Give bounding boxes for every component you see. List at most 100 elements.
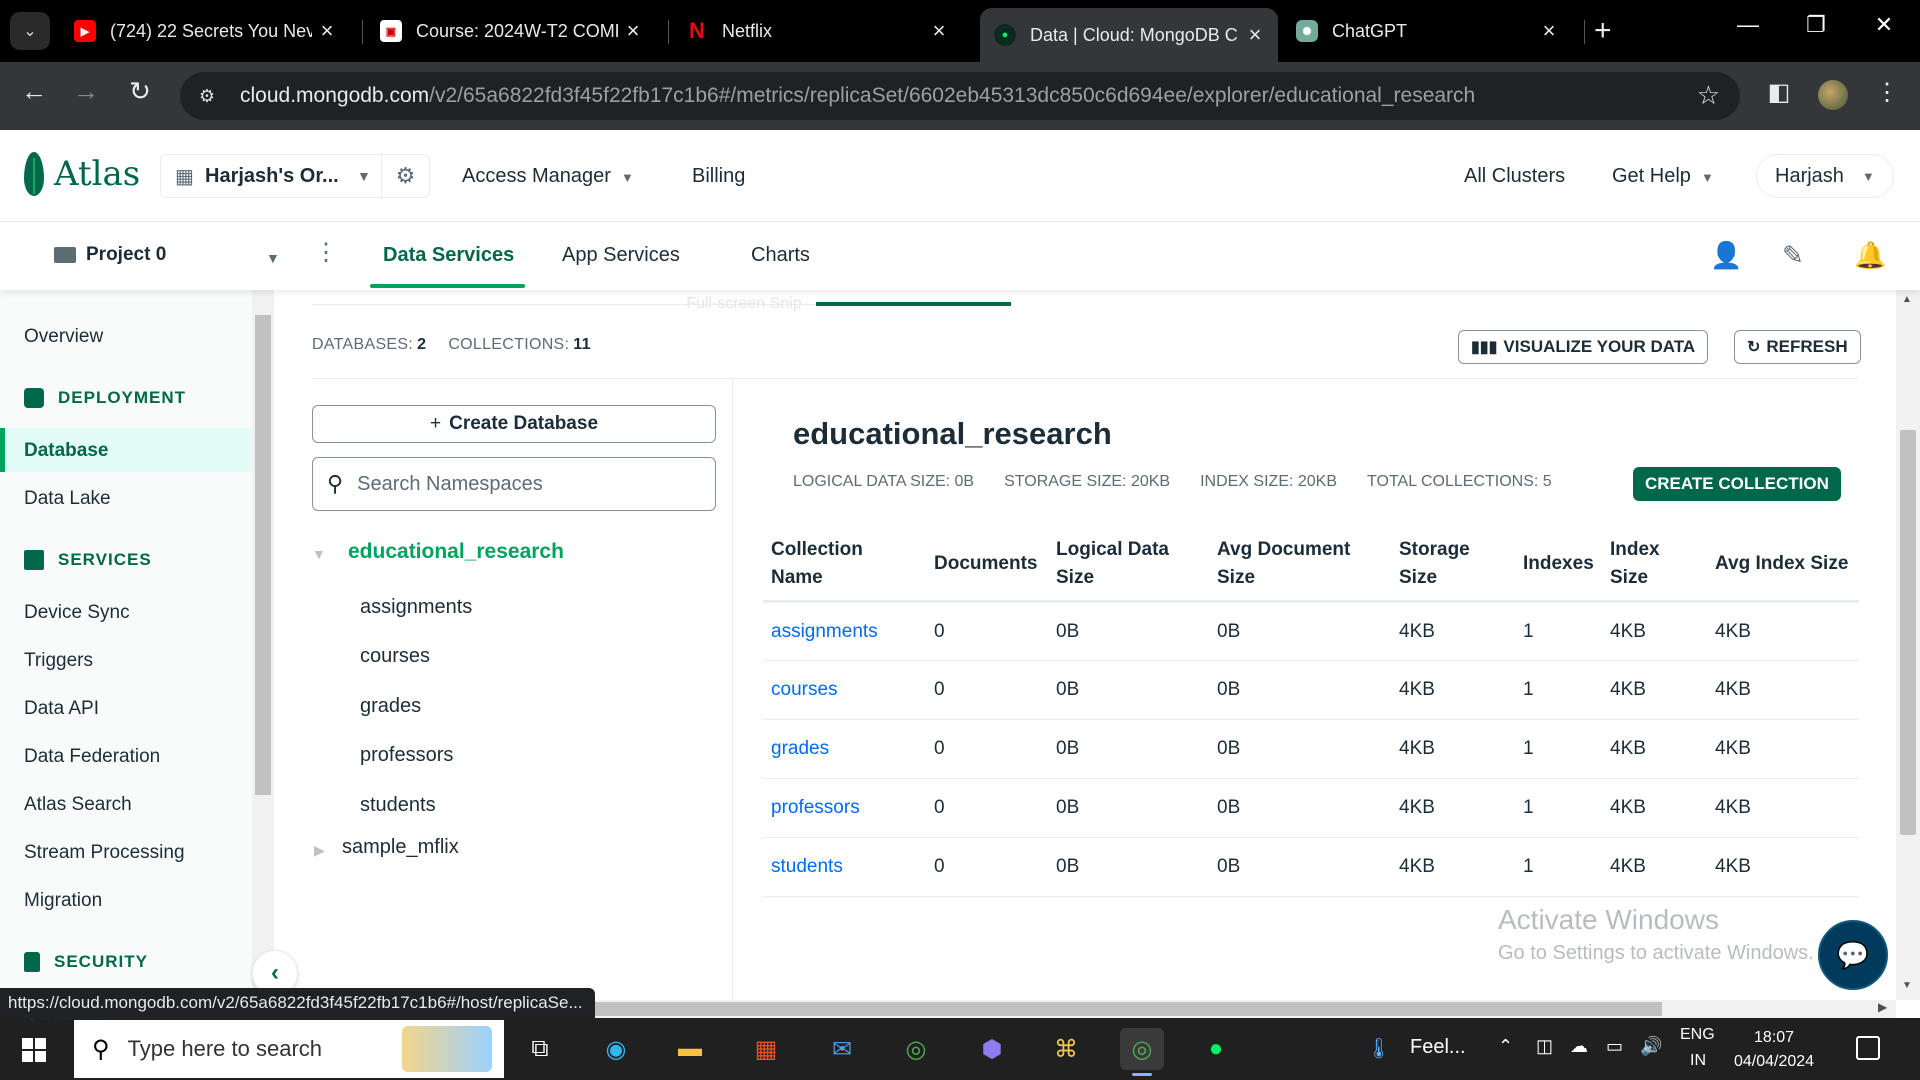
expand-caret-icon[interactable]: ▶ — [314, 842, 325, 859]
python-icon[interactable]: ⌘ — [1044, 1028, 1088, 1070]
column-header[interactable]: Storage Size — [1391, 530, 1515, 603]
sidebar-item-data-api[interactable]: Data API — [24, 698, 99, 720]
mongodb-compass-icon[interactable]: ● — [1194, 1028, 1238, 1070]
restore-icon[interactable]: ❐ — [1796, 12, 1836, 38]
get-help-menu[interactable]: Get Help ▼ — [1612, 165, 1714, 188]
sidebar-item-stream-processing[interactable]: Stream Processing — [24, 842, 185, 864]
edge-icon[interactable]: ◉ — [594, 1028, 638, 1070]
onedrive-cloud-icon[interactable]: ☁ — [1570, 1036, 1588, 1057]
taskbar-clock[interactable]: 18:07 04/04/2024 — [1734, 1026, 1814, 1074]
browser-tab-netflix[interactable]: N Netflix × — [672, 8, 962, 54]
mail-icon[interactable]: ✉ — [820, 1028, 864, 1070]
project-menu-kebab-icon[interactable]: ⋮ — [314, 238, 338, 267]
site-info-icon[interactable]: ⚙ — [190, 79, 224, 113]
weather-thermometer-icon[interactable]: 🌡 — [1366, 1036, 1391, 1061]
collection-link[interactable]: assignments — [763, 601, 926, 661]
chevron-up-icon[interactable]: ⌃ — [1498, 1036, 1513, 1057]
task-view-icon[interactable]: ⧉ — [518, 1028, 562, 1070]
column-header[interactable]: Documents — [926, 530, 1048, 603]
region-code[interactable]: IN — [1690, 1052, 1706, 1070]
meet-now-icon[interactable]: ◫ — [1536, 1036, 1553, 1057]
sidebar-item-triggers[interactable]: Triggers — [24, 650, 93, 672]
column-header[interactable]: Logical Data Size — [1048, 530, 1209, 603]
browser-tab-chatgpt[interactable]: ✺ ChatGPT × — [1282, 8, 1572, 54]
volume-icon[interactable]: 🔊 — [1640, 1036, 1662, 1057]
weather-text[interactable]: Feel... — [1410, 1036, 1466, 1059]
collection-link[interactable]: students — [763, 837, 926, 897]
billing-link[interactable]: Billing — [692, 165, 745, 188]
close-tab-icon[interactable]: × — [312, 18, 342, 44]
invite-user-icon[interactable]: 👤 — [1710, 240, 1742, 271]
back-icon[interactable]: ← — [14, 76, 54, 107]
close-tab-icon[interactable]: × — [924, 18, 954, 44]
new-tab-button[interactable]: + — [1594, 14, 1612, 48]
column-header[interactable]: Collection Name — [763, 530, 926, 603]
collection-link[interactable]: courses — [763, 660, 926, 720]
create-collection-button[interactable]: CREATE COLLECTION — [1633, 467, 1841, 501]
taskbar-search-box[interactable]: ⚲ Type here to search — [74, 1020, 504, 1078]
close-tab-icon[interactable]: × — [1534, 18, 1564, 44]
side-panel-icon[interactable]: ◧ — [1762, 78, 1796, 112]
page-scrollbar[interactable]: ▲ ▼ — [1896, 290, 1920, 1000]
sidebar-item-atlas-search[interactable]: Atlas Search — [24, 794, 132, 816]
tab-search-dropdown[interactable]: ⌄ — [10, 12, 50, 50]
chat-support-icon[interactable]: 💬 — [1818, 920, 1888, 990]
sidebar-item-database[interactable]: Database — [24, 440, 109, 462]
app-hexagon-icon[interactable]: ⬢ — [970, 1028, 1014, 1070]
microsoft-store-icon[interactable]: ▦ — [744, 1028, 788, 1070]
browser-tab-mongodb[interactable]: ● Data | Cloud: MongoDB C × — [980, 8, 1278, 62]
sidebar-item-overview[interactable]: Overview — [24, 326, 103, 348]
notification-center-icon[interactable] — [1856, 1036, 1880, 1060]
windows-start-icon[interactable] — [22, 1038, 46, 1062]
db-tree-collection[interactable]: assignments — [360, 596, 472, 619]
sidebar-item-data-lake[interactable]: Data Lake — [24, 488, 111, 510]
project-selector[interactable]: Project 0 — [54, 244, 166, 266]
db-tree-selected-db[interactable]: educational_research — [348, 540, 564, 564]
db-tree-collection[interactable]: grades — [360, 695, 421, 718]
visualize-your-data-button[interactable]: ▮▮▮ VISUALIZE YOUR DATA — [1458, 330, 1709, 364]
menu-kebab-icon[interactable]: ⋮ — [1870, 78, 1904, 112]
tab-charts[interactable]: Charts — [751, 244, 810, 267]
caret-down-icon[interactable]: ▼ — [266, 250, 280, 266]
reload-icon[interactable]: ↻ — [120, 76, 160, 107]
tab-app-services[interactable]: App Services — [562, 244, 680, 267]
db-tree-database[interactable]: sample_mflix — [342, 836, 459, 859]
notifications-bell-icon[interactable]: 🔔 — [1854, 240, 1886, 271]
column-header[interactable]: Indexes — [1515, 530, 1602, 603]
activity-feed-icon[interactable]: ✎ — [1782, 240, 1804, 271]
expand-caret-icon[interactable]: ▼ — [312, 546, 326, 562]
db-tree-collection[interactable]: courses — [360, 645, 430, 668]
browser-tab-course[interactable]: ▣ Course: 2024W-T2 COMP × — [366, 8, 656, 54]
all-clusters-link[interactable]: All Clusters — [1464, 165, 1565, 188]
column-header[interactable]: Avg Document Size — [1209, 530, 1391, 603]
bookmark-star-icon[interactable]: ☆ — [1697, 80, 1720, 111]
close-tab-icon[interactable]: × — [618, 18, 648, 44]
window-close-icon[interactable]: ✕ — [1864, 12, 1904, 38]
close-tab-icon[interactable]: × — [1240, 22, 1270, 48]
access-manager-menu[interactable]: Access Manager ▼ — [462, 165, 634, 188]
atlas-logo[interactable]: Atlas — [24, 152, 140, 196]
sidebar-scrollbar[interactable] — [252, 290, 274, 990]
sidebar-item-device-sync[interactable]: Device Sync — [24, 602, 130, 624]
battery-icon[interactable]: ▭ — [1606, 1036, 1623, 1057]
create-database-button[interactable]: + Create Database — [312, 405, 716, 443]
search-namespaces-field[interactable]: ⚲ — [312, 457, 716, 511]
sidebar-item-data-federation[interactable]: Data Federation — [24, 746, 160, 768]
minimize-icon[interactable]: — — [1728, 12, 1768, 38]
search-namespaces-input[interactable] — [357, 472, 698, 496]
column-header[interactable]: Index Size — [1602, 530, 1707, 603]
org-selector[interactable]: ▦ Harjash's Or... ▼ ⚙ — [160, 154, 430, 198]
browser-tab-youtube[interactable]: ▶ (724) 22 Secrets You Nev × — [60, 8, 350, 54]
db-tree-collection[interactable]: professors — [360, 744, 453, 767]
tab-data-services[interactable]: Data Services — [383, 244, 514, 267]
refresh-button[interactable]: ↻ REFRESH — [1734, 330, 1861, 364]
address-bar[interactable]: ⚙ cloud.mongodb.com/v2/65a6822fd3f45f22f… — [180, 72, 1740, 120]
forward-icon[interactable]: → — [66, 76, 106, 107]
org-settings-gear-icon[interactable]: ⚙ — [381, 155, 429, 197]
file-explorer-icon[interactable]: ▬ — [668, 1028, 712, 1070]
user-menu[interactable]: Harjash ▼ — [1756, 154, 1894, 198]
collection-link[interactable]: grades — [763, 719, 926, 779]
chrome-active-icon[interactable]: ◎ — [1120, 1028, 1164, 1076]
collection-link[interactable]: professors — [763, 778, 926, 838]
db-tree-collection[interactable]: students — [360, 794, 436, 817]
